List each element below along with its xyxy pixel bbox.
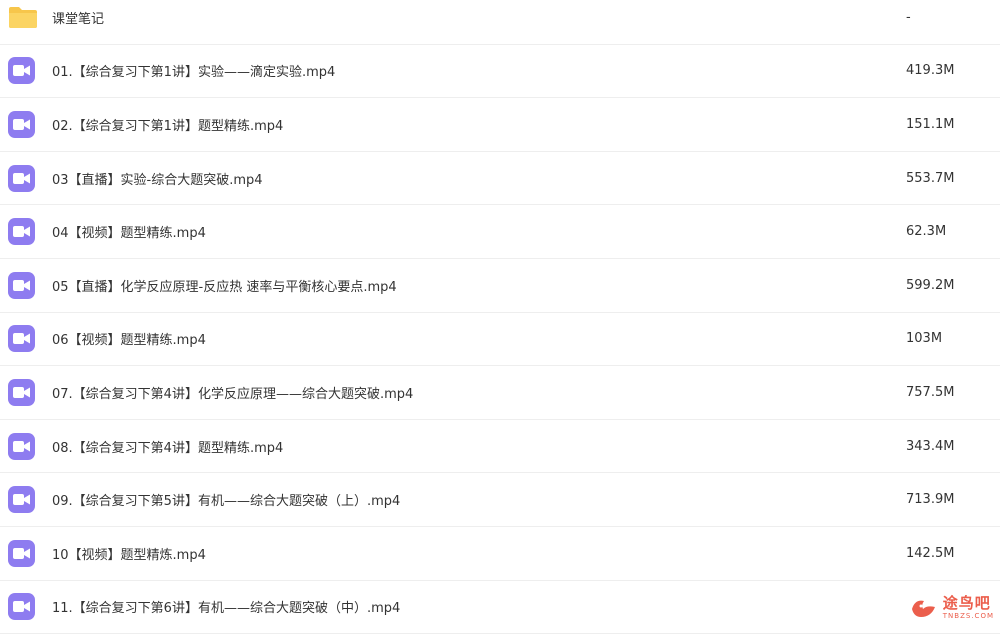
file-list: 课堂笔记 - 01.【综合复习下第1讲】实验——滴定实验.mp4 419.3M 02…	[0, 0, 1000, 634]
list-item[interactable]: 课堂笔记 -	[0, 0, 1000, 45]
icon-container	[0, 486, 52, 514]
icon-container	[0, 539, 52, 567]
file-size: 757.5M	[906, 384, 955, 400]
video-icon	[8, 271, 35, 299]
file-size: 151.1M	[906, 116, 955, 132]
icon-container	[0, 271, 52, 299]
file-size: 713.9M	[906, 492, 955, 508]
list-item[interactable]: 10【视频】题型精炼.mp4 142.5M	[0, 527, 1000, 581]
video-icon	[8, 378, 35, 406]
file-size: 599.2M	[906, 277, 955, 293]
file-name: 01.【综合复习下第1讲】实验——滴定实验.mp4	[52, 65, 336, 81]
watermark: 途鸟吧 TNBZS.COM	[909, 595, 994, 621]
icon-container	[0, 57, 52, 85]
icon-container	[0, 378, 52, 406]
folder-icon	[9, 7, 37, 29]
list-item[interactable]: 01.【综合复习下第1讲】实验——滴定实验.mp4 419.3M	[0, 45, 1000, 99]
file-name: 09.【综合复习下第5讲】有机——综合大题突破（上）.mp4	[52, 494, 401, 510]
video-icon	[8, 218, 35, 246]
file-name: 04【视频】题型精练.mp4	[52, 226, 206, 242]
bird-logo-icon	[911, 600, 935, 617]
video-icon	[8, 539, 35, 567]
file-size: 103M	[906, 331, 943, 347]
icon-container	[0, 325, 52, 353]
file-name: 02.【综合复习下第1讲】题型精练.mp4	[52, 118, 284, 134]
icon-container	[0, 110, 52, 138]
file-name: 08.【综合复习下第4讲】题型精练.mp4	[52, 440, 284, 456]
file-name: 03【直播】实验-综合大题突破.mp4	[52, 172, 263, 188]
file-size: -	[906, 9, 911, 25]
list-item[interactable]: 07.【综合复习下第4讲】化学反应原理——综合大题突破.mp4 757.5M	[0, 366, 1000, 420]
video-icon	[8, 432, 35, 460]
list-item[interactable]: 06【视频】题型精练.mp4 103M	[0, 313, 1000, 367]
list-item[interactable]: 08.【综合复习下第4讲】题型精练.mp4 343.4M	[0, 420, 1000, 474]
file-name: 课堂笔记	[52, 11, 105, 27]
watermark-text: 途鸟吧	[942, 594, 991, 612]
video-icon	[8, 57, 35, 85]
list-item[interactable]: 05【直播】化学反应原理-反应热 速率与平衡核心要点.mp4 599.2M	[0, 259, 1000, 313]
file-size: 419.3M	[906, 63, 955, 79]
list-item[interactable]: 11.【综合复习下第6讲】有机——综合大题突破（中）.mp4	[0, 581, 1000, 634]
file-size: 142.5M	[906, 545, 955, 561]
list-item[interactable]: 04【视频】题型精练.mp4 62.3M	[0, 205, 1000, 259]
file-name: 07.【综合复习下第4讲】化学反应原理——综合大题突破.mp4	[52, 386, 414, 402]
file-name: 10【视频】题型精炼.mp4	[52, 547, 206, 563]
file-name: 06【视频】题型精练.mp4	[52, 333, 206, 349]
file-name: 05【直播】化学反应原理-反应热 速率与平衡核心要点.mp4	[52, 279, 397, 295]
video-icon	[8, 486, 35, 514]
list-item[interactable]: 03【直播】实验-综合大题突破.mp4 553.7M	[0, 152, 1000, 206]
list-item[interactable]: 09.【综合复习下第5讲】有机——综合大题突破（上）.mp4 713.9M	[0, 473, 1000, 527]
icon-container	[0, 5, 52, 29]
file-size: 553.7M	[906, 170, 955, 186]
video-icon	[8, 325, 35, 353]
watermark-subtext: TNBZS.COM	[942, 612, 994, 620]
file-size: 62.3M	[906, 224, 947, 240]
video-icon	[8, 593, 35, 621]
icon-container	[0, 432, 52, 460]
video-icon	[8, 110, 35, 138]
icon-container	[0, 218, 52, 246]
list-item[interactable]: 02.【综合复习下第1讲】题型精练.mp4 151.1M	[0, 98, 1000, 152]
video-icon	[8, 164, 35, 192]
file-size: 343.4M	[906, 438, 955, 454]
file-name: 11.【综合复习下第6讲】有机——综合大题突破（中）.mp4	[52, 601, 401, 617]
icon-container	[0, 593, 52, 621]
icon-container	[0, 164, 52, 192]
